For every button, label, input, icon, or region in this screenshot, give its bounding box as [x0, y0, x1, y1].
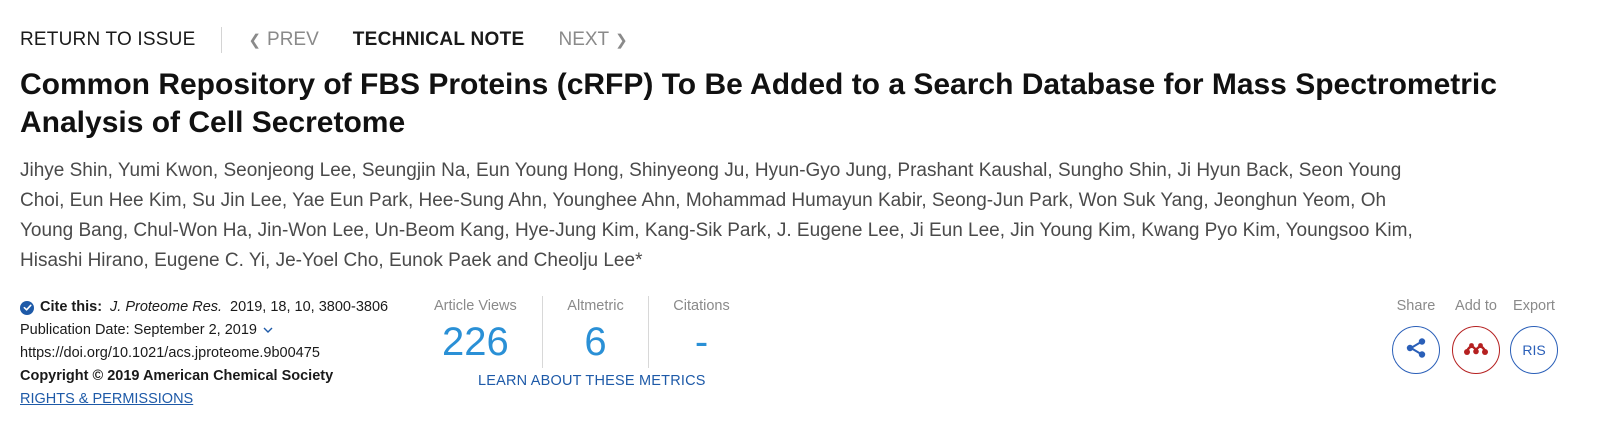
- article-title: Common Repository of FBS Proteins (cRFP)…: [20, 68, 1497, 139]
- article-metrics: Article Views 226 Altmetric 6 Citations …: [434, 296, 754, 368]
- prev-label: PREV: [267, 29, 319, 50]
- publication-date-row[interactable]: Publication Date: September 2, 2019: [20, 319, 420, 342]
- doi-link[interactable]: https://doi.org/10.1021/acs.jproteome.9b…: [20, 342, 420, 365]
- citation-block: Cite this: J. Proteome Res. 2019, 18, 10…: [20, 296, 420, 411]
- cite-this-row[interactable]: Cite this: J. Proteome Res. 2019, 18, 10…: [20, 296, 420, 319]
- mendeley-icon: [1462, 339, 1490, 362]
- altmetric-metric[interactable]: Altmetric 6: [542, 296, 648, 368]
- export-label: Export: [1513, 298, 1555, 314]
- next-label: NEXT: [558, 29, 610, 50]
- copyright-notice: Copyright © 2019 American Chemical Socie…: [20, 368, 334, 384]
- ris-label: RIS: [1522, 342, 1546, 358]
- next-article-link[interactable]: NEXT ❯: [558, 29, 627, 51]
- check-circle-icon: [20, 300, 34, 315]
- share-icon: [1404, 336, 1428, 365]
- chevron-left-icon: ❮: [248, 32, 262, 49]
- journal-name: J. Proteome Res.: [110, 299, 223, 315]
- export-ris-button[interactable]: RIS: [1510, 326, 1558, 374]
- prev-article-link[interactable]: ❮ PREV: [248, 29, 318, 51]
- citations-metric[interactable]: Citations -: [648, 296, 754, 368]
- add-to-label: Add to: [1455, 298, 1497, 314]
- share-button[interactable]: [1392, 326, 1440, 374]
- publication-date: Publication Date: September 2, 2019: [20, 322, 257, 338]
- chevron-right-icon: ❯: [615, 32, 628, 49]
- article-views-metric: Article Views 226: [434, 296, 542, 368]
- altmetric-value: 6: [584, 320, 607, 364]
- add-to-tool: Add to: [1452, 296, 1500, 374]
- author-list[interactable]: Jihye Shin, Yumi Kwon, Seonjeong Lee, Se…: [20, 156, 1440, 276]
- article-nav: RETURN TO ISSUE ❮ PREV TECHNICAL NOTE NE…: [20, 26, 628, 54]
- altmetric-label: Altmetric: [567, 298, 624, 314]
- rights-permissions-link[interactable]: RIGHTS & PERMISSIONS: [20, 388, 193, 411]
- cite-this-label: Cite this:: [40, 299, 103, 315]
- learn-about-metrics-link[interactable]: LEARN ABOUT THESE METRICS: [478, 373, 706, 389]
- export-tool: Export RIS: [1510, 296, 1558, 374]
- article-views-label: Article Views: [434, 298, 517, 314]
- article-type: TECHNICAL NOTE: [352, 29, 525, 50]
- citation-details: 2019, 18, 10, 3800-3806: [230, 299, 389, 315]
- article-views-value: 226: [442, 320, 509, 364]
- share-label: Share: [1396, 298, 1436, 314]
- mendeley-button[interactable]: [1452, 326, 1500, 374]
- citations-label: Citations: [673, 298, 730, 314]
- return-to-issue-link[interactable]: RETURN TO ISSUE: [20, 29, 195, 51]
- chevron-down-icon: [263, 319, 273, 342]
- share-tool: Share: [1392, 296, 1440, 374]
- nav-divider: [221, 27, 223, 53]
- citations-value: -: [694, 320, 709, 364]
